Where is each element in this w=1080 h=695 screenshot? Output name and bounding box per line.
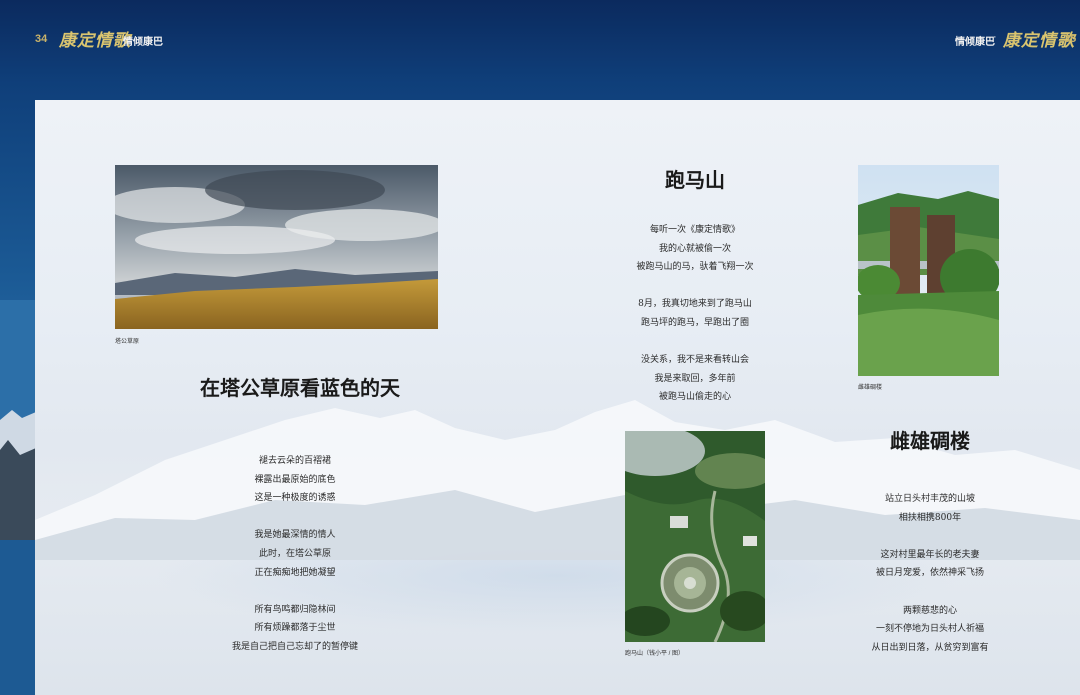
tagong-photo-caption: 塔公草原 xyxy=(115,339,140,345)
poem-line: 站立日头村丰茂的山坡 xyxy=(884,494,975,504)
tagong-title: 在塔公草原看蓝色的天 xyxy=(200,376,400,400)
poem-line: 被日月宠爱，依然神采飞扬 xyxy=(875,568,984,579)
poem-line: 正在痴痴地把她凝望 xyxy=(254,567,336,578)
page-number-right: 35 xyxy=(1064,33,1077,45)
poem-line: 这是一种极度的诱惑 xyxy=(254,493,336,504)
poem-line: 8月，我真切地来到了跑马山 xyxy=(638,299,752,310)
poem-line: 我的心就被偷一次 xyxy=(658,243,731,254)
poem-line: 从日出到日落，从贫穷到富有 xyxy=(871,642,989,653)
poem-line: 被跑马山偷走的心 xyxy=(658,392,731,403)
poem-line: 两颗慈悲的心 xyxy=(902,605,957,616)
content-panel: 塔公草原 在塔公草原看蓝色的天 褪去云朵的百褶裙 裸露出最原始的底色 这是一种极… xyxy=(35,100,1080,695)
poem-line: 我是她最深情的情人 xyxy=(254,530,336,541)
poem-line: 相扶相携800年 xyxy=(898,512,962,523)
left-edge-scenery xyxy=(0,300,36,695)
poem-line: 我是自己把自己忘却了的暂停键 xyxy=(231,641,358,652)
diaolou-title: 雌雄碉楼 xyxy=(890,429,970,453)
page-number-left: 34 xyxy=(35,33,48,45)
poem-line: 这对村里最年长的老夫妻 xyxy=(880,549,980,560)
poem-line: 每听一次《康定情歌》 xyxy=(649,225,740,235)
paoma-mountain-aerial-photo xyxy=(625,431,765,642)
poem-line: 没关系，我不是来看转山会 xyxy=(640,355,749,366)
paoma-photo-caption: 跑马山（钱小平 / 图） xyxy=(625,651,685,657)
section-name-left: 情倾康巴 xyxy=(123,37,163,48)
poem-line: 被跑马山的马，驮着飞翔一次 xyxy=(636,262,754,273)
paoma-title: 跑马山 xyxy=(665,168,725,192)
poem-line: 跑马坪的跑马，早跑出了圈 xyxy=(640,317,749,328)
tagong-poem: 褪去云朵的百褶裙 裸露出最原始的底色 这是一种极度的诱惑 我是她最深情的情人 此… xyxy=(170,452,420,657)
twin-towers-caption: 雌雄碉楼 xyxy=(858,385,883,391)
poem-line: 一刻不停地为日头村人祈福 xyxy=(875,624,984,635)
twin-towers-photo xyxy=(858,165,999,376)
poem-line: 所有鸟鸣都归隐林间 xyxy=(254,604,336,615)
header-separator-right: · xyxy=(993,31,997,43)
header-separator-left: · xyxy=(114,31,118,43)
poem-line: 褪去云朵的百褶裙 xyxy=(258,456,331,466)
page-header: 34 康定情歌 · 情倾康巴 情倾康巴 · 康定情歌 35 xyxy=(0,0,1080,100)
poem-line: 我是来取回，多年前 xyxy=(654,373,736,384)
tagong-grassland-photo xyxy=(115,165,438,329)
section-name-right: 情倾康巴 xyxy=(955,37,995,48)
brand-logo-left: 康定情歌 xyxy=(59,31,131,51)
diaolou-poem: 站立日头村丰茂的山坡 相扶相携800年 这对村里最年长的老夫妻 被日月宠爱，依然… xyxy=(835,490,1025,657)
poem-line: 裸露出最原始的底色 xyxy=(254,474,336,485)
paoma-poem: 每听一次《康定情歌》 我的心就被偷一次 被跑马山的马，驮着飞翔一次 8月，我真切… xyxy=(575,221,815,407)
poem-line: 此时，在塔公草原 xyxy=(258,548,331,559)
poem-line: 所有烦躁都落于尘世 xyxy=(254,623,336,634)
